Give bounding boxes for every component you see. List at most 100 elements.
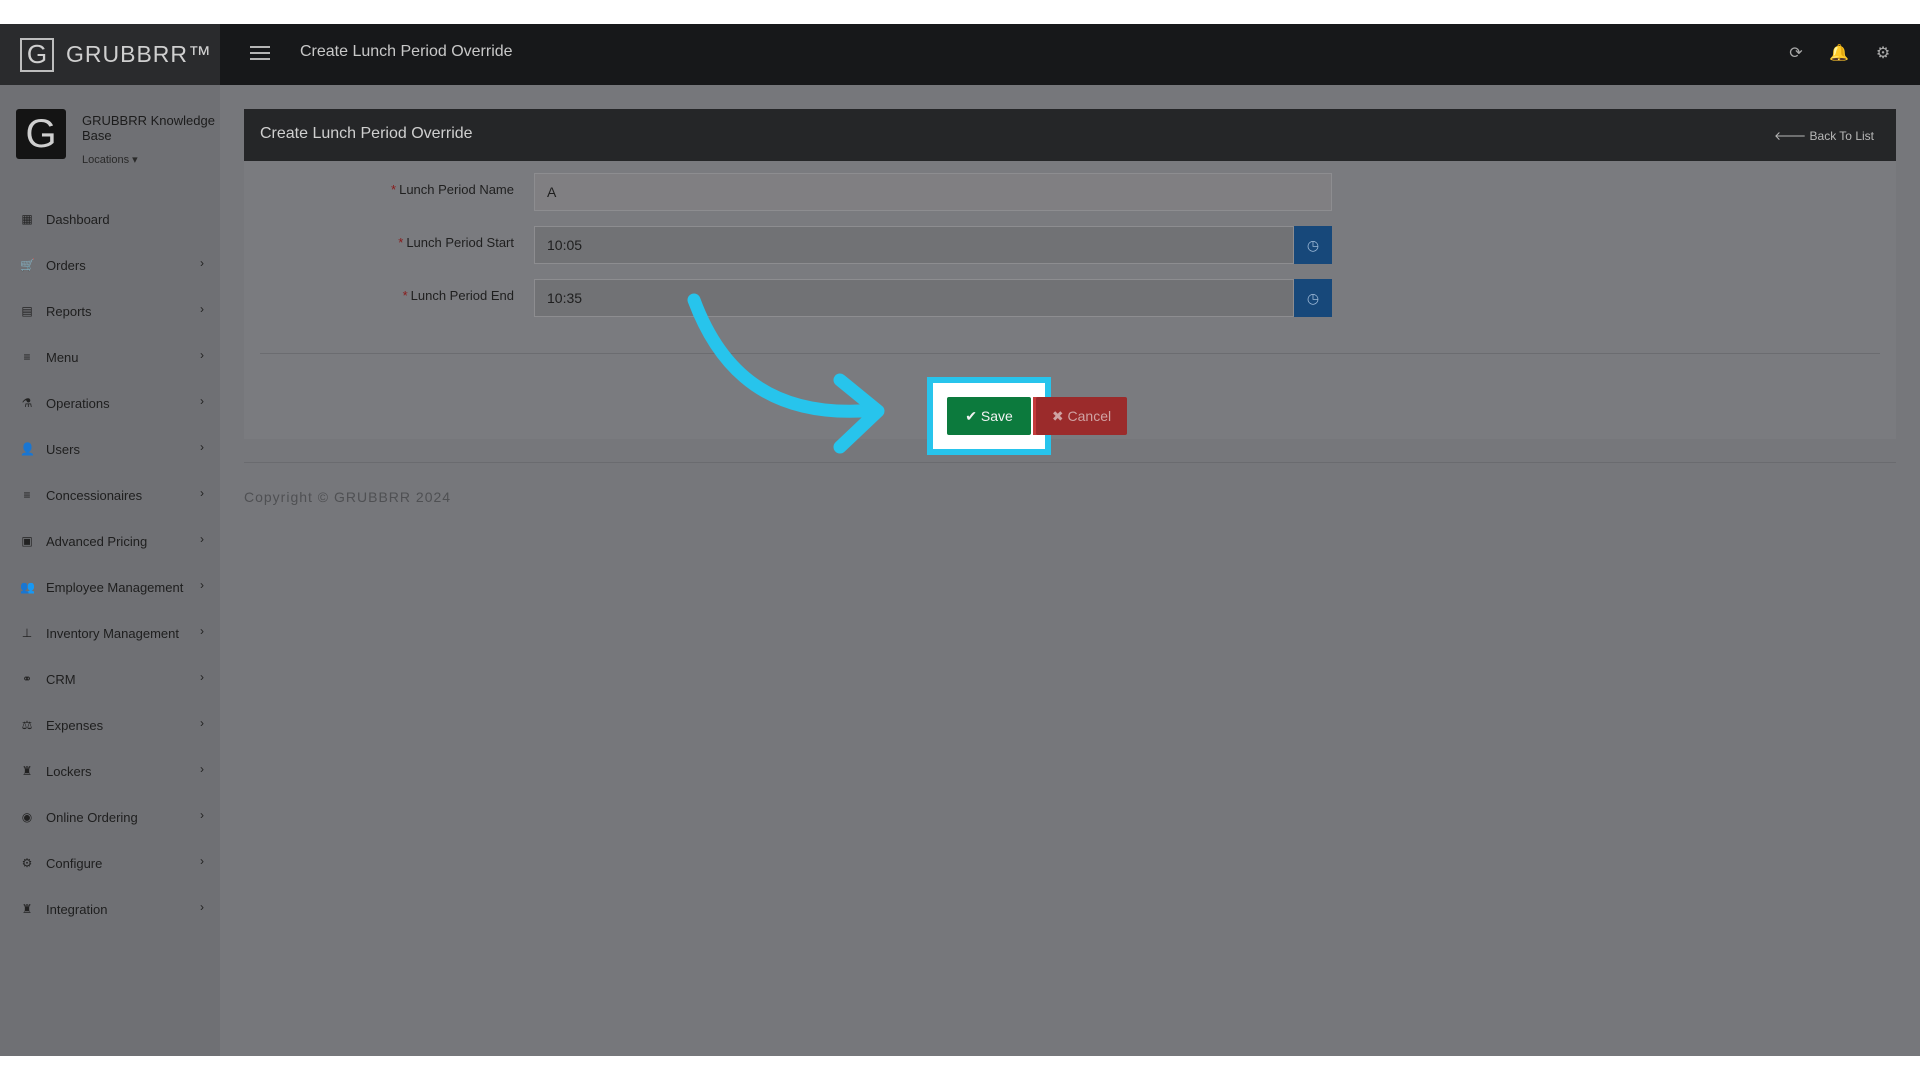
cancel-button[interactable]: ✖ Cancel xyxy=(1036,397,1127,435)
sidebar-item-integration[interactable]: ♜ Integration › xyxy=(0,886,220,932)
clock-icon: ◷ xyxy=(1306,236,1320,253)
locker-icon: ♜ xyxy=(21,764,33,778)
copyright-text: Copyright © GRUBBRR 2024 xyxy=(244,489,452,505)
sidebar-item-label: Menu xyxy=(46,349,79,365)
sidebar-item-crm[interactable]: ⚭ CRM › xyxy=(0,656,220,702)
sidebar-item-label: Operations xyxy=(46,395,110,411)
locations-dropdown[interactable]: Locations ▾ xyxy=(82,153,138,166)
lunch-period-start-input[interactable]: 10:05 xyxy=(534,226,1294,264)
required-mark: * xyxy=(398,235,404,250)
sidebar-item-label: Lockers xyxy=(46,763,92,779)
lunch-period-name-input[interactable]: A xyxy=(534,173,1332,211)
sidebar-item-advanced-pricing[interactable]: ▣ Advanced Pricing › xyxy=(0,518,220,564)
chevron-right-icon: › xyxy=(200,440,204,454)
link-icon: ⚭ xyxy=(21,672,33,686)
top-bar: G GRUBBRR™ Create Lunch Period Override … xyxy=(0,24,1920,85)
lunch-period-start-label: * Lunch Period Start xyxy=(398,235,514,250)
hamburger-menu-icon[interactable] xyxy=(250,46,270,60)
chevron-right-icon: › xyxy=(200,486,204,500)
form-divider xyxy=(260,353,1880,354)
balance-icon: ⚖ xyxy=(21,718,33,732)
panel-header: Create Lunch Period Override 🡐 Back To L… xyxy=(244,109,1896,161)
chevron-right-icon: › xyxy=(200,348,204,362)
sidebar-menu: ▦ Dashboard 🛒 Orders › ▤ Reports › ≡ Menu › ⚗ Operat… xyxy=(0,196,220,932)
chevron-right-icon: › xyxy=(200,624,204,638)
sidebar-item-label: Inventory Management xyxy=(46,625,179,641)
brand-logo[interactable]: G GRUBBRR™ xyxy=(0,24,220,85)
sidebar-item-configure[interactable]: ⚙ Configure › xyxy=(0,840,220,886)
back-to-list-link[interactable]: 🡐 Back To List xyxy=(1774,128,1874,143)
sidebar-item-online-ordering[interactable]: ◉ Online Ordering › xyxy=(0,794,220,840)
money-icon: ▣ xyxy=(21,534,33,548)
footer-divider xyxy=(244,462,1896,463)
sidebar-item-operations[interactable]: ⚗ Operations › xyxy=(0,380,220,426)
required-mark: * xyxy=(391,182,397,197)
chevron-right-icon: › xyxy=(200,808,204,822)
sidebar-item-users[interactable]: 👤 Users › xyxy=(0,426,220,472)
tutorial-arrow xyxy=(687,293,885,454)
chevron-right-icon: › xyxy=(200,716,204,730)
sidebar-item-reports[interactable]: ▤ Reports › xyxy=(0,288,220,334)
chevron-right-icon: › xyxy=(200,900,204,914)
sidebar-item-lockers[interactable]: ♜ Lockers › xyxy=(0,748,220,794)
users-icon: 👥 xyxy=(20,580,35,594)
sidebar-item-label: Orders xyxy=(46,257,86,273)
chevron-right-icon: › xyxy=(200,670,204,684)
sidebar-item-dashboard[interactable]: ▦ Dashboard xyxy=(0,196,220,242)
sidebar-item-menu[interactable]: ≡ Menu › xyxy=(0,334,220,380)
lunch-period-end-input[interactable]: 10:35 xyxy=(534,279,1294,317)
sidebar-item-inventory-management[interactable]: ⊥ Inventory Management › xyxy=(0,610,220,656)
avatar: G xyxy=(16,109,66,159)
sidebar-item-label: Concessionaires xyxy=(46,487,143,503)
plug-icon: ♜ xyxy=(21,902,33,916)
sidebar-item-employee-management[interactable]: 👥 Employee Management › xyxy=(0,564,220,610)
sidebar-item-concessionaires[interactable]: ≡ Concessionaires › xyxy=(0,472,220,518)
page-title: Create Lunch Period Override xyxy=(300,43,513,60)
app-frame: G GRUBBRR™ Create Lunch Period Override … xyxy=(0,24,1920,1056)
lunch-period-end-label: * Lunch Period End xyxy=(402,288,514,303)
list-icon: ≡ xyxy=(23,488,31,502)
sidebar-item-orders[interactable]: 🛒 Orders › xyxy=(0,242,220,288)
dashboard-icon: ▦ xyxy=(21,212,33,226)
save-button[interactable]: ✔ Save xyxy=(947,397,1031,435)
clock-icon: ◷ xyxy=(1306,289,1320,306)
flask-icon: ⚗ xyxy=(21,396,33,410)
end-time-picker-button[interactable]: ◷ xyxy=(1294,279,1332,317)
brand-name: GRUBBRR™ xyxy=(66,41,213,67)
list-icon: ≡ xyxy=(23,350,31,364)
sidebar-item-label: Online Ordering xyxy=(46,809,138,825)
profile-block: G GRUBBRR Knowledge Base Locations ▾ xyxy=(16,109,216,169)
cog-icon: ⚙ xyxy=(21,856,33,870)
sidebar-item-label: Dashboard xyxy=(46,211,110,227)
sidebar-item-label: Reports xyxy=(46,303,92,319)
profile-name: GRUBBRR Knowledge Base xyxy=(82,113,215,143)
sidebar-item-expenses[interactable]: ⚖ Expenses › xyxy=(0,702,220,748)
lunch-period-name-label: * Lunch Period Name xyxy=(391,182,514,197)
sidebar-item-label: Expenses xyxy=(46,717,104,733)
sitemap-icon: ⊥ xyxy=(21,626,33,640)
required-mark: * xyxy=(402,288,408,303)
globe-icon: ◉ xyxy=(21,810,33,824)
chevron-right-icon: › xyxy=(200,394,204,408)
sidebar: G GRUBBRR Knowledge Base Locations ▾ ▦ Da… xyxy=(0,85,220,1056)
chevron-right-icon: › xyxy=(200,302,204,316)
sidebar-item-label: Users xyxy=(46,441,80,457)
refresh-icon[interactable]: ⟳ xyxy=(1785,43,1807,65)
chevron-right-icon: › xyxy=(200,762,204,776)
sidebar-item-label: Configure xyxy=(46,855,103,871)
report-icon: ▤ xyxy=(21,304,33,318)
chevron-right-icon: › xyxy=(200,854,204,868)
form-panel: Create Lunch Period Override 🡐 Back To L… xyxy=(244,109,1896,439)
sidebar-item-label: CRM xyxy=(46,671,76,687)
sidebar-item-label: Integration xyxy=(46,901,108,917)
brand-mark-icon: G xyxy=(20,37,54,72)
chevron-right-icon: › xyxy=(200,578,204,592)
sidebar-item-label: Advanced Pricing xyxy=(46,533,148,549)
sidebar-item-label: Employee Management xyxy=(46,579,184,595)
start-time-picker-button[interactable]: ◷ xyxy=(1294,226,1332,264)
chevron-right-icon: › xyxy=(200,256,204,270)
gear-icon[interactable]: ⚙ xyxy=(1872,43,1894,65)
chevron-right-icon: › xyxy=(200,532,204,546)
bell-icon[interactable]: 🔔 xyxy=(1828,43,1850,65)
cart-icon: 🛒 xyxy=(20,258,35,272)
